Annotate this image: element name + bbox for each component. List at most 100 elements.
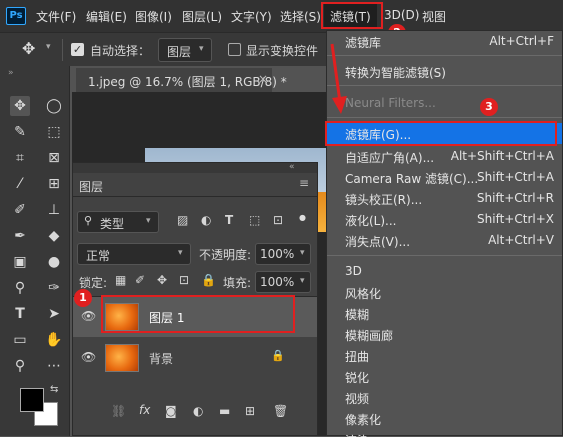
- fill-label: 填充:: [223, 276, 252, 290]
- lock-pixels-icon[interactable]: ▦: [115, 273, 126, 287]
- new-layer-icon[interactable]: ⊞: [245, 404, 255, 418]
- menu-item-sharpen[interactable]: 锐化: [327, 366, 562, 387]
- close-icon[interactable]: ×: [258, 72, 268, 86]
- menu-image[interactable]: 图像(I): [135, 8, 172, 25]
- blend-mode-value: 正常: [86, 249, 111, 263]
- menu-item-filter-gallery-last[interactable]: 滤镜库 Alt+Ctrl+F: [327, 31, 562, 52]
- fx-icon[interactable]: fx: [139, 403, 150, 417]
- auto-select-checkbox[interactable]: ✓: [71, 43, 84, 56]
- menu-3d[interactable]: 3D(D): [384, 8, 419, 22]
- menu-item-adaptive-wide-angle[interactable]: 自适应广角(A)... Alt+Shift+Ctrl+A: [327, 146, 562, 167]
- document-tab-title: 1.jpeg @ 16.7% (图层 1, RGB/8) *: [88, 75, 287, 89]
- lock-icon: 🔒: [271, 349, 285, 362]
- menu-item-pixelate[interactable]: 像素化: [327, 408, 562, 429]
- menu-file[interactable]: 文件(F): [36, 8, 76, 25]
- folder-icon[interactable]: ▬: [219, 404, 230, 418]
- menu-item-video[interactable]: 视频: [327, 387, 562, 408]
- layer-row-background[interactable]: 👁 背景 🔒: [73, 338, 317, 378]
- history-brush-tool-icon[interactable]: ✒: [10, 226, 30, 246]
- mask-icon[interactable]: ◙: [165, 404, 177, 418]
- frame-tool-icon[interactable]: ⊠: [44, 148, 64, 168]
- chevron-down-icon: ▾: [146, 216, 151, 226]
- shape-filter-icon[interactable]: ⬚: [249, 213, 260, 227]
- menu-select[interactable]: 选择(S): [280, 8, 321, 25]
- tool-preset-chevron-icon[interactable]: ▾: [46, 42, 51, 52]
- type-filter-icon[interactable]: T: [225, 213, 233, 227]
- trash-icon[interactable]: 🗑: [273, 404, 288, 418]
- menu-view[interactable]: 视图: [422, 8, 446, 25]
- fill-field[interactable]: 100% ▾: [255, 271, 311, 293]
- lock-image-icon[interactable]: ✐: [135, 273, 145, 287]
- menu-item-3d[interactable]: 3D: [327, 261, 562, 282]
- swap-colors-icon[interactable]: ⇆: [50, 384, 58, 395]
- type-tool-icon[interactable]: T: [10, 304, 30, 324]
- move-tool-icon[interactable]: ✥: [10, 96, 30, 116]
- marquee-tool-icon[interactable]: ◯: [44, 96, 64, 116]
- lock-all-icon[interactable]: 🔒: [201, 273, 216, 287]
- opacity-label: 不透明度:: [199, 248, 252, 262]
- eye-icon[interactable]: 👁: [81, 350, 96, 364]
- menu-item-liquify[interactable]: 液化(L)... Shift+Ctrl+X: [327, 209, 562, 230]
- layer-name[interactable]: 背景: [149, 350, 173, 367]
- menu-item-vanishing-point[interactable]: 消失点(V)... Alt+Ctrl+V: [327, 230, 562, 251]
- opacity-value: 100%: [260, 247, 295, 261]
- menu-item-distort[interactable]: 扭曲: [327, 345, 562, 366]
- eye-icon[interactable]: 👁: [81, 309, 96, 323]
- foreground-color-swatch[interactable]: [20, 388, 44, 412]
- lock-position-icon[interactable]: ✥: [157, 273, 167, 287]
- blur-tool-icon[interactable]: ●: [44, 252, 64, 272]
- shape-tool-icon[interactable]: ▭: [10, 330, 30, 350]
- menu-type[interactable]: 文字(Y): [231, 8, 272, 25]
- panel-menu-icon[interactable]: ≡: [299, 176, 309, 190]
- annotation-box-layer1: [101, 295, 295, 333]
- menu-item-camera-raw[interactable]: Camera Raw 滤镜(C)... Shift+Ctrl+A: [327, 167, 562, 188]
- fill-value: 100%: [260, 275, 295, 289]
- auto-select-dropdown[interactable]: 图层 ▾: [158, 38, 212, 62]
- menu-edit[interactable]: 编辑(E): [86, 8, 127, 25]
- filter-menu: 滤镜库 Alt+Ctrl+F 转换为智能滤镜(S) Neural Filters…: [325, 30, 563, 437]
- menu-layer[interactable]: 图层(L): [182, 8, 222, 25]
- collapse-icon[interactable]: «: [289, 162, 295, 172]
- menu-bar: Ps 文件(F) 编辑(E) 图像(I) 图层(L) 文字(Y) 选择(S) 滤…: [0, 0, 563, 42]
- layer-thumbnail: [105, 344, 139, 372]
- lasso-tool-icon[interactable]: ✎: [10, 122, 30, 142]
- smart-object-filter-icon[interactable]: ⊡: [273, 213, 283, 227]
- adjustment-filter-icon[interactable]: ◐: [201, 213, 211, 227]
- menu-item-blur[interactable]: 模糊: [327, 303, 562, 324]
- hand-tool-icon[interactable]: ✋: [44, 330, 64, 350]
- move-tool-icon[interactable]: ✥: [22, 39, 35, 58]
- pen-tool-icon[interactable]: ✑: [44, 278, 64, 298]
- blend-mode-dropdown[interactable]: 正常 ▾: [77, 243, 191, 265]
- stamp-tool-icon[interactable]: ⊥: [44, 200, 64, 220]
- gradient-tool-icon[interactable]: ▣: [10, 252, 30, 272]
- collapse-icon[interactable]: »: [8, 68, 14, 78]
- filter-type-dropdown[interactable]: ⚲ 类型 ▾: [77, 211, 159, 233]
- brush-tool-icon[interactable]: ✐: [10, 200, 30, 220]
- healing-tool-icon[interactable]: ⊞: [44, 174, 64, 194]
- menu-item-neural-filters: Neural Filters...: [345, 96, 436, 110]
- menu-separator: [327, 85, 562, 86]
- show-transform-checkbox[interactable]: [228, 43, 241, 56]
- divider: [62, 39, 63, 61]
- menu-item-lens-correction[interactable]: 镜头校正(R)... Shift+Ctrl+R: [327, 188, 562, 209]
- zoom-tool-icon[interactable]: ⚲: [10, 356, 30, 376]
- crop-tool-icon[interactable]: ⌗: [10, 148, 30, 168]
- menu-item-blur-gallery[interactable]: 模糊画廊: [327, 324, 562, 345]
- menu-item-convert-smart-filter[interactable]: 转换为智能滤镜(S): [327, 61, 562, 82]
- dodge-tool-icon[interactable]: ⚲: [10, 278, 30, 298]
- filter-toggle-icon[interactable]: ●: [299, 213, 306, 222]
- more-tools-icon[interactable]: ⋯: [44, 356, 64, 376]
- menu-item-stylize[interactable]: 风格化: [327, 282, 562, 303]
- adjustment-icon[interactable]: ◐: [193, 404, 203, 418]
- object-select-tool-icon[interactable]: ⬚: [44, 122, 64, 142]
- eyedropper-tool-icon[interactable]: ⁄: [10, 174, 30, 194]
- show-transform-label: 显示变换控件: [246, 44, 319, 58]
- layers-tab[interactable]: 图层: [79, 178, 103, 195]
- document-tab[interactable]: 1.jpeg @ 16.7% (图层 1, RGB/8) * ×: [76, 68, 287, 92]
- opacity-field[interactable]: 100% ▾: [255, 243, 311, 265]
- lock-artboard-icon[interactable]: ⊡: [179, 273, 189, 287]
- eraser-tool-icon[interactable]: ◆: [44, 226, 64, 246]
- image-filter-icon[interactable]: ▨: [177, 213, 188, 227]
- path-select-tool-icon[interactable]: ➤: [44, 304, 64, 324]
- link-icon[interactable]: ⛓: [111, 404, 126, 418]
